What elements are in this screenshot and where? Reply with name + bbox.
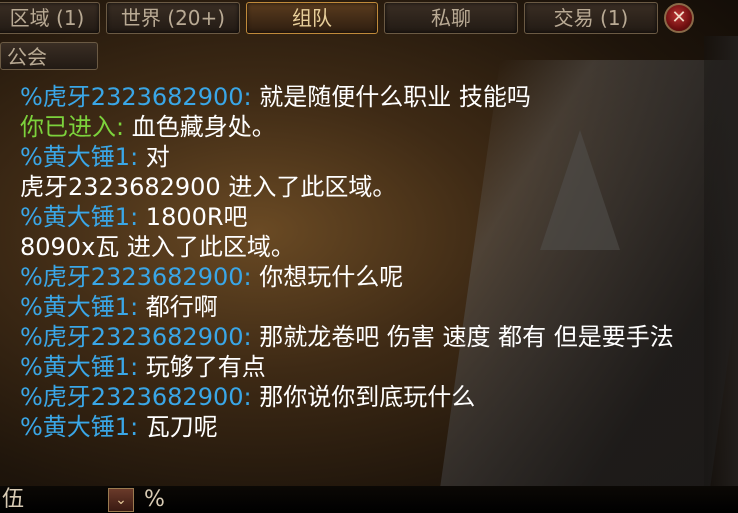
chat-line: %黄大锤1: 玩够了有点 [20,352,710,382]
chat-tab-bar: 区域 (1) 世界 (20+) 组队 私聊 交易 (1) ✕ [0,0,738,36]
chat-log: %虎牙2323682900: 就是随便什么职业 技能吗 你已进入: 血色藏身处。… [20,82,710,442]
chat-system-label: 你已进入: [20,113,125,141]
chat-username[interactable]: %黄大锤1: [20,293,138,321]
tab-private[interactable]: 私聊 [384,2,518,34]
chat-username[interactable]: %黄大锤1: [20,203,138,231]
chat-message: 那就龙卷吧 伤害 速度 都有 但是要手法 [251,323,674,351]
chat-line: 8090x瓦 进入了此区域。 [20,232,710,262]
channel-label: 伍 [2,487,25,512]
tab-world[interactable]: 世界 (20+) [106,2,240,34]
chat-input[interactable]: % [144,486,165,513]
chat-username[interactable]: %黄大锤1: [20,413,138,441]
chat-line: 虎牙2323682900 进入了此区域。 [20,172,710,202]
chat-message: 虎牙2323682900 进入了此区域。 [20,173,397,201]
chat-username[interactable]: %虎牙2323682900: [20,83,252,111]
chat-line: %黄大锤1: 瓦刀呢 [20,412,710,442]
chat-message: 对 [138,143,170,171]
chat-line: %黄大锤1: 都行啊 [20,292,710,322]
tab-region[interactable]: 区域 (1) [0,2,100,34]
chat-line: %黄大锤1: 对 [20,142,710,172]
chat-line: %黄大锤1: 1800R吧 [20,202,710,232]
chat-message: 那你说你到底玩什么 [251,383,476,411]
close-icon[interactable]: ✕ [664,3,694,33]
chat-line: %虎牙2323682900: 那就龙卷吧 伤害 速度 都有 但是要手法 [20,322,710,352]
chat-message: 1800R吧 [138,203,248,231]
tab-guild[interactable]: 公会 [0,42,98,70]
chat-message: 玩够了有点 [138,353,266,381]
chat-message: 瓦刀呢 [138,413,218,441]
chat-username[interactable]: %黄大锤1: [20,353,138,381]
chat-message: 血色藏身处。 [124,113,276,141]
chat-message: 都行啊 [138,293,218,321]
chat-username[interactable]: %虎牙2323682900: [20,263,252,291]
chat-line: %虎牙2323682900: 你想玩什么呢 [20,262,710,292]
chat-message: 8090x瓦 进入了此区域。 [20,233,295,261]
chat-message: 你想玩什么呢 [251,263,404,291]
chat-line: 你已进入: 血色藏身处。 [20,112,710,142]
chat-line: %虎牙2323682900: 那你说你到底玩什么 [20,382,710,412]
tab-trade[interactable]: 交易 (1) [524,2,658,34]
tab-team[interactable]: 组队 [246,2,378,34]
chat-username[interactable]: %虎牙2323682900: [20,383,252,411]
chat-line: %虎牙2323682900: 就是随便什么职业 技能吗 [20,82,710,112]
channel-dropdown-icon[interactable]: ⌄ [108,488,134,512]
chat-username[interactable]: %虎牙2323682900: [20,323,252,351]
chat-input-bar: 伍 ⌄ % [0,486,738,513]
chat-username[interactable]: %黄大锤1: [20,143,138,171]
chat-message: 就是随便什么职业 技能吗 [251,83,531,111]
